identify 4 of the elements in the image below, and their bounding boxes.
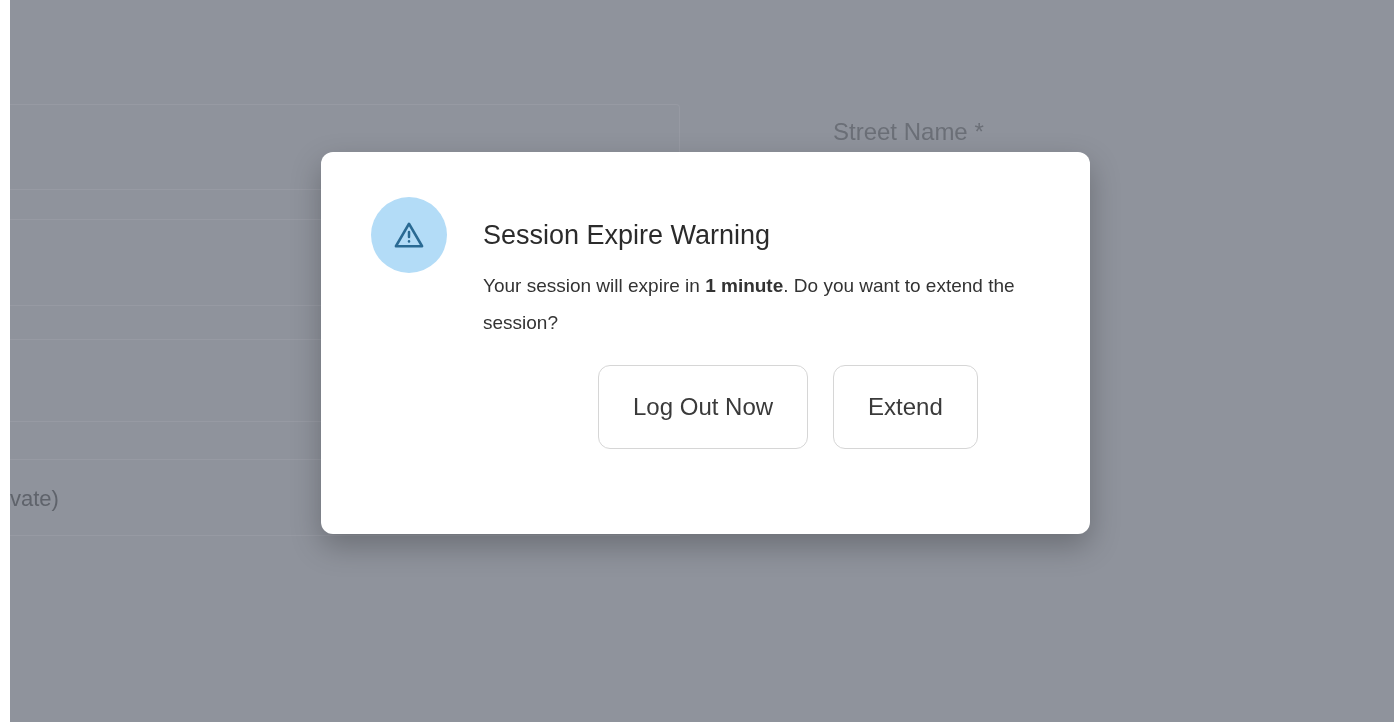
dialog-button[interactable]: Extend [833, 364, 978, 449]
dialog-button[interactable]: Log Out Now [598, 364, 809, 449]
dialog-message: Your session will expire in 1 minute. Do you want to extend the session? [483, 273, 1016, 335]
dialog-title: Session Expire Warning [483, 219, 772, 252]
